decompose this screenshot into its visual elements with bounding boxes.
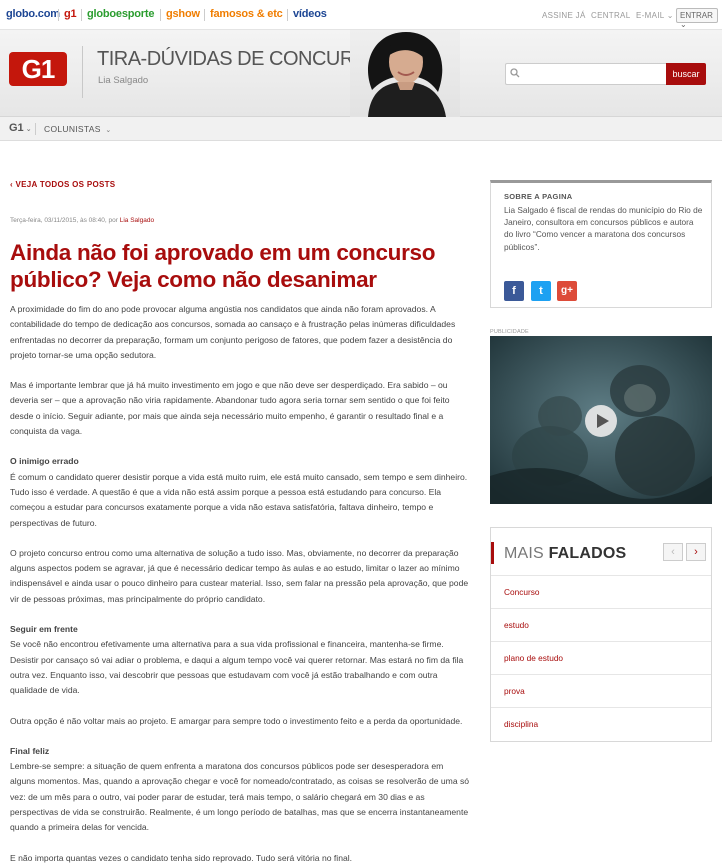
divider [160, 9, 161, 21]
divider [287, 9, 288, 21]
play-icon[interactable] [584, 404, 618, 438]
accent-bar [491, 542, 494, 564]
twitter-glyph: t [539, 285, 543, 297]
video-ad[interactable] [490, 336, 712, 504]
divider [35, 123, 36, 135]
g1-menu[interactable]: G1 ⌄ [9, 122, 32, 134]
chevron-down-icon: ⌄ [25, 126, 32, 133]
ad-label: PUBLICIDADE [490, 329, 529, 335]
globo-com-link[interactable]: globo.com [6, 8, 60, 20]
divider [58, 9, 59, 21]
paragraph: E não importa quantas vezes o candidato … [10, 852, 353, 863]
mais-falados-list: Concurso estudo plano de estudo prova di… [491, 575, 711, 740]
paragraph: Se você não encontrou efetivamente uma a… [10, 639, 464, 696]
assine-link[interactable]: ASSINE JÁ [542, 11, 586, 20]
famosos-link[interactable]: famosos & etc [210, 8, 283, 20]
post-title: Ainda não foi aprovado em um concurso pú… [10, 240, 436, 292]
list-item[interactable]: prova [491, 674, 711, 707]
facebook-glyph: f [512, 285, 516, 297]
paragraph: O projeto concurso entrou como uma alter… [10, 547, 469, 604]
central-link[interactable]: CENTRAL [591, 11, 630, 20]
mais-falados-box: MAIS FALADOS ‹ › Concurso estudo plano d… [490, 527, 712, 742]
divider [82, 46, 83, 98]
mais-falados-title: MAIS FALADOS [504, 545, 626, 563]
divider [204, 9, 205, 21]
g1-logo[interactable]: G1 [9, 52, 67, 86]
chevron-right-icon[interactable]: › [686, 543, 706, 561]
list-item[interactable]: Concurso [491, 575, 711, 608]
twitter-icon[interactable]: t [531, 281, 551, 301]
about-label: SOBRE A PAGINA [504, 192, 573, 201]
search-input[interactable] [505, 63, 667, 85]
list-item[interactable]: disciplina [491, 707, 711, 740]
colunistas-label: COLUNISTAS [44, 124, 101, 134]
gshow-link[interactable]: gshow [166, 8, 200, 20]
chevron-down-icon: ⌄ [105, 127, 112, 134]
g1-menu-label: G1 [9, 122, 24, 134]
list-item[interactable]: plano de estudo [491, 641, 711, 674]
chevron-down-icon: ⌄ [680, 20, 687, 29]
post-body: A proximidade do fim do ano pode provoca… [10, 302, 470, 866]
globoesporte-link[interactable]: globoesporte [87, 8, 154, 20]
paragraph: Lembre-se sempre: a situação de quem enf… [10, 761, 470, 833]
googleplus-icon[interactable]: g+ [557, 281, 577, 301]
email-label: E-MAIL [636, 11, 665, 20]
g1-link[interactable]: g1 [64, 8, 77, 20]
blog-header: G1 TIRA-DÚVIDAS DE CONCURSOS Lia Salgado… [0, 30, 722, 117]
about-box: SOBRE A PAGINA Lia Salgado é fiscal de r… [490, 180, 712, 308]
entrar-label: ENTRAR [680, 11, 713, 20]
post-date: Terça-feira, 03/11/2015, às 08:40, por [10, 217, 118, 224]
facebook-icon[interactable]: f [504, 281, 524, 301]
search-button[interactable]: buscar [666, 63, 706, 85]
about-text: Lia Salgado é fiscal de rendas do municí… [504, 205, 703, 252]
section-heading: O inimigo errado [10, 456, 79, 467]
section-heading: Seguir em frente [10, 624, 78, 635]
list-item[interactable]: estudo [491, 608, 711, 641]
paragraph: É comum o candidato querer desistir porq… [10, 471, 468, 528]
email-link[interactable]: E-MAIL ⌄ [636, 11, 674, 20]
blog-author: Lia Salgado [98, 75, 149, 86]
divider [81, 9, 82, 21]
paragraph: Outra opção é não voltar mais ao projeto… [10, 715, 463, 726]
chevron-down-icon: ⌄ [666, 11, 674, 20]
videos-link[interactable]: vídeos [293, 8, 327, 20]
chevron-left-icon[interactable]: ‹ [663, 543, 683, 561]
globo-top-bar: globo.com g1 globoesporte gshow famosos … [0, 0, 722, 30]
mais-falados-title-light: MAIS [504, 545, 544, 562]
entrar-button[interactable]: ENTRAR ⌄ [676, 8, 718, 29]
colunistas-menu[interactable]: COLUNISTAS ⌄ [44, 124, 112, 134]
back-to-posts-link[interactable]: ‹ VEJA TODOS OS POSTS [10, 180, 115, 189]
googleplus-glyph: g+ [561, 285, 573, 296]
post-author-link[interactable]: Lia Salgado [120, 217, 154, 224]
section-heading: Final feliz [10, 745, 50, 756]
mais-falados-title-bold: FALADOS [548, 545, 627, 562]
search-icon [510, 68, 520, 78]
back-link-label: VEJA TODOS OS POSTS [15, 180, 116, 189]
paragraph: Mas é importante lembrar que já há muito… [10, 380, 450, 437]
author-portrait [350, 30, 460, 117]
post-meta: Terça-feira, 03/11/2015, às 08:40, por L… [10, 217, 154, 224]
section-nav: G1 ⌄ COLUNISTAS ⌄ [0, 117, 722, 141]
paragraph: A proximidade do fim do ano pode provoca… [10, 304, 456, 360]
